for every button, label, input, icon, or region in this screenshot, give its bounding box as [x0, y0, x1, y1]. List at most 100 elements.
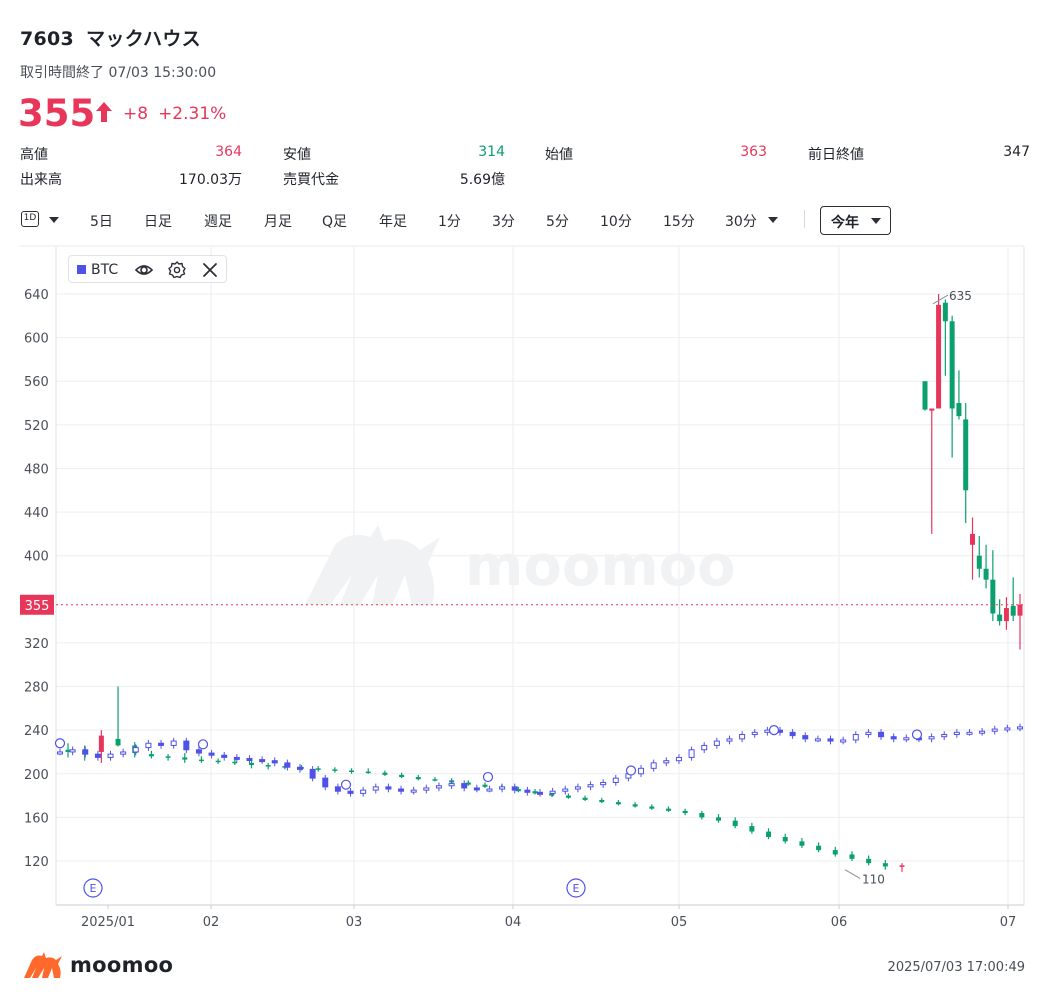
compare-candle [549, 790, 556, 794]
gear-icon[interactable] [167, 260, 187, 280]
candle-body [832, 850, 838, 855]
stat-value: 170.03万 [179, 172, 242, 188]
candle-body [349, 770, 355, 772]
candle-body [849, 854, 855, 859]
compare-candle [233, 756, 240, 760]
compare-marker [625, 765, 637, 776]
compare-marker [54, 738, 66, 749]
candle-body [198, 759, 204, 762]
compare-candle [322, 777, 329, 788]
x-tick-label: 06 [831, 915, 848, 930]
chevron-down-icon[interactable] [49, 217, 59, 223]
candle-body [265, 765, 271, 767]
compare-candle [840, 739, 847, 743]
bull-logo-icon [24, 952, 62, 978]
price-chart[interactable]: 640 600 560 520 480 440 400 320 280 240 200 160 120 m… [0, 245, 1045, 935]
y-tick-label: 240 [24, 724, 49, 739]
earnings-marker-label: E [573, 882, 580, 895]
period-selector[interactable]: 今年 [820, 206, 891, 235]
compare-candle [309, 768, 316, 779]
tab-interval[interactable]: 5分 [546, 211, 569, 231]
tab-interval[interactable]: 月足 [264, 211, 292, 231]
tab-interval[interactable]: 1分 [438, 211, 461, 231]
change-percent: +2.31% [158, 104, 227, 124]
tab-interval[interactable]: 日足 [144, 211, 172, 231]
candle-body [766, 831, 772, 838]
compare-candle [170, 740, 177, 746]
compare-candle [486, 788, 493, 792]
market-status: 取引時間終了 07/03 15:30:00 [20, 65, 217, 81]
compare-candle [713, 740, 720, 746]
tab-interval[interactable]: 15分 [663, 211, 695, 231]
tab-interval[interactable]: 週足 [204, 211, 232, 231]
compare-candle [612, 777, 619, 783]
candle-body [532, 791, 538, 794]
eye-icon[interactable] [134, 260, 154, 280]
candle-body [599, 799, 605, 803]
compare-marker [911, 729, 923, 740]
tab-interval[interactable]: 3分 [492, 211, 515, 231]
tab-interval[interactable]: Q足 [322, 211, 347, 231]
candle-body [716, 817, 722, 821]
close-icon[interactable] [200, 260, 220, 280]
candle-body [649, 806, 655, 809]
stat-label: 売買代金 [283, 172, 339, 188]
period-label: 今年 [831, 215, 859, 231]
compare-candle [385, 786, 392, 790]
candle-body [882, 863, 888, 867]
compare-candle [562, 788, 569, 792]
y-tick-label: 320 [24, 637, 49, 652]
y-tick-label: 480 [24, 462, 49, 477]
compare-candle [448, 783, 455, 787]
candle-body [936, 304, 942, 409]
x-tick-label: 07 [1000, 915, 1017, 930]
candle-body [665, 808, 671, 811]
tab-interval[interactable]: 30分 [725, 211, 757, 231]
candle-body [732, 820, 738, 827]
tab-interval[interactable]: 10分 [600, 211, 632, 231]
current-price-tag-label: 355 [25, 599, 50, 614]
chevron-down-icon[interactable] [768, 217, 778, 223]
brand-logo: moomoo [22, 950, 173, 980]
x-tick-label: 2025/01 [81, 915, 135, 930]
y-tick-label: 120 [24, 855, 49, 870]
stock-title: 7603 マックハウス [20, 24, 201, 51]
compare-candle [398, 788, 405, 792]
y-tick-label: 400 [24, 550, 49, 565]
compare-candle [473, 787, 480, 791]
compare-marker [482, 771, 494, 783]
candle-body [215, 760, 221, 763]
compare-candle [94, 753, 101, 758]
compare-candle [69, 749, 76, 753]
x-tick-label: 03 [346, 915, 363, 930]
tab-interval[interactable]: 5日 [90, 211, 113, 231]
compare-marker [768, 725, 780, 736]
candle-body [942, 302, 948, 322]
change-value: +8 [123, 104, 149, 124]
compare-candle [57, 751, 63, 755]
tab-interval[interactable]: 年足 [379, 211, 407, 231]
compare-candle [814, 738, 821, 742]
candle-body [382, 772, 388, 775]
candle-body [248, 762, 254, 766]
compare-marker [340, 779, 352, 790]
x-tick-label: 05 [671, 915, 688, 930]
compare-candle [524, 789, 531, 793]
interval-icon[interactable]: 1D [21, 211, 39, 227]
candle-body [415, 777, 421, 780]
compare-candle [372, 786, 379, 791]
compare-candle [284, 762, 291, 768]
compare-candle [638, 767, 645, 775]
y-tick-label: 280 [24, 681, 49, 696]
candle-body [970, 533, 975, 545]
compare-candle [878, 731, 885, 738]
legend-color-swatch [77, 265, 86, 274]
stat-label: 前日終値 [808, 147, 864, 163]
watermark-bull-icon [305, 525, 440, 605]
compare-candle [297, 766, 303, 770]
candle-body [782, 837, 788, 842]
candle-body [232, 761, 238, 764]
stat-value: 363 [740, 144, 767, 160]
compare-candle [158, 742, 165, 746]
stat-label: 始値 [545, 147, 573, 163]
